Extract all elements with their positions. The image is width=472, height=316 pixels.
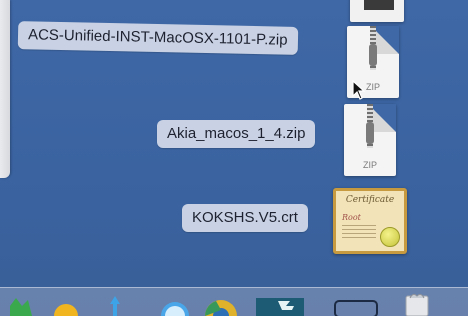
certificate-title: Certificate (345, 195, 395, 205)
safari-icon[interactable] (160, 298, 190, 316)
zipper-pull-icon (366, 122, 374, 144)
window-border (468, 0, 472, 316)
app-icon[interactable] (108, 296, 122, 316)
chrome-icon[interactable] (204, 296, 238, 316)
file-label-cert[interactable]: KOKSHS.V5.crt (182, 204, 308, 232)
app-icon[interactable] (256, 298, 304, 316)
file-label-acs[interactable]: ACS-Unified-INST-MacOSX-1101-P.zip (17, 21, 298, 55)
certificate-file-icon[interactable]: Certificate Root (333, 188, 407, 254)
seal-icon (380, 227, 400, 247)
file-label-akia[interactable]: Akia_macos_1_4.zip (157, 120, 316, 148)
dock (0, 287, 468, 316)
window-edge[interactable] (0, 0, 10, 178)
certificate-subtitle: Root (342, 213, 361, 222)
zip-file-icon[interactable]: ZIP (344, 104, 396, 176)
mouse-cursor-icon (352, 80, 366, 100)
zipper-pull-icon (369, 44, 377, 66)
trash-icon[interactable] (404, 292, 430, 316)
certificate-lines (342, 225, 376, 239)
finder-icon[interactable] (8, 298, 34, 316)
desktop: ACS-Unified-INST-MacOSX-1101-P.zip ZIP A… (0, 0, 468, 316)
zip-label: ZIP (362, 160, 377, 170)
file-thumbnail-partial[interactable] (350, 0, 404, 22)
folder-icon[interactable] (334, 300, 378, 316)
thumbnail-image (364, 0, 394, 10)
launchpad-icon[interactable] (52, 300, 80, 316)
